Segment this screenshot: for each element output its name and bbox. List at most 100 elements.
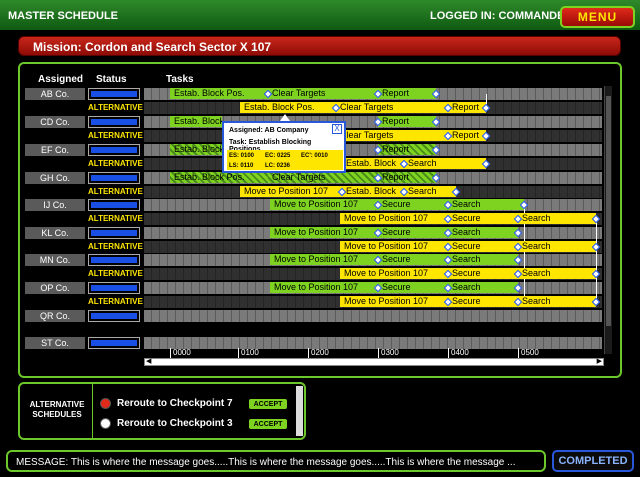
row-label[interactable]: QR Co. [25,310,85,322]
task-bar[interactable]: Clear Targets [336,102,448,113]
row-label[interactable]: CD Co. [25,116,85,128]
status-indicator[interactable] [88,227,140,239]
task-bar[interactable]: Secure [378,199,448,210]
task-bar[interactable]: Search [448,254,518,265]
row-label[interactable]: GH Co. [25,172,85,184]
menu-button[interactable]: MENU [560,6,635,28]
time-tick: 0000 [170,348,191,358]
alternative-label[interactable]: ALTERNATIVE [88,130,143,142]
alternative-label[interactable]: ALTERNATIVE [88,158,143,170]
task-bar[interactable]: Secure [448,213,518,224]
status-indicator[interactable] [88,282,140,294]
close-icon[interactable]: X [332,124,342,134]
time-tick: 0200 [308,348,329,358]
task-bar[interactable]: Search [404,186,456,197]
row-label[interactable]: ST Co. [25,337,85,349]
row-label[interactable]: EF Co. [25,144,85,156]
task-bar[interactable]: Search [518,241,596,252]
alternative-option-label: Reroute to Checkpoint 7 [117,398,233,409]
alternative-label[interactable]: ALTERNATIVE [88,102,143,114]
radio-dot-icon[interactable] [100,418,111,429]
task-bar[interactable]: Search [518,268,596,279]
alternative-label[interactable]: ALTERNATIVE [88,186,143,198]
row-label[interactable]: MN Co. [25,254,85,266]
status-indicator[interactable] [88,310,140,322]
task-bar[interactable]: Secure [448,241,518,252]
status-indicator[interactable] [88,144,140,156]
task-bar[interactable]: Estab. Block Pos. [170,144,222,155]
alternatives-scrollbar[interactable] [296,386,303,436]
radio-dot-icon[interactable] [100,398,111,409]
task-bar[interactable]: Move to Position 107 [270,199,378,210]
horizontal-scrollbar[interactable]: ◀ ▶ [144,358,604,366]
task-bar[interactable]: Secure [378,254,448,265]
task-bar[interactable]: Search [404,158,486,169]
status-indicator[interactable] [88,199,140,211]
accept-button[interactable]: ACCEPT [248,398,288,410]
task-bar[interactable]: Move to Position 107 [270,282,378,293]
mission-title: Mission: Cordon and Search Sector X 107 [33,40,272,54]
scroll-thumb[interactable] [606,96,611,326]
completed-button[interactable]: COMPLETED [552,450,634,472]
alternative-label[interactable]: ALTERNATIVE [88,213,143,225]
time-tick: 0300 [378,348,399,358]
task-bar[interactable]: Report [378,172,436,183]
app-title: MASTER SCHEDULE [8,10,119,22]
row-label[interactable]: IJ Co. [25,199,85,211]
task-bar[interactable]: Report [378,116,436,127]
status-indicator[interactable] [88,88,140,100]
scroll-left-icon[interactable]: ◀ [146,357,151,365]
task-bar[interactable]: Move to Position 107 [340,268,448,279]
task-bar[interactable]: Move to Position 107 [270,227,378,238]
status-indicator[interactable] [88,337,140,349]
task-bar[interactable]: Report [378,144,436,155]
task-bar[interactable]: Search [518,296,596,307]
task-bar[interactable]: Estab. Block Pos. [240,102,336,113]
mission-banner: Mission: Cordon and Search Sector X 107 [18,36,621,56]
status-fill [91,175,137,181]
vertical-scrollbar[interactable] [604,86,612,354]
status-indicator[interactable] [88,116,140,128]
status-indicator[interactable] [88,172,140,184]
task-bar[interactable]: Move to Position 107 [340,213,448,224]
task-bar[interactable]: Search [518,213,596,224]
status-fill [91,91,137,97]
task-bar[interactable]: Clear Targets [268,88,378,99]
task-bar[interactable]: Clear Targets [268,172,378,183]
task-bar[interactable]: Search [448,227,518,238]
row-label[interactable]: KL Co. [25,227,85,239]
task-bar[interactable]: Secure [448,296,518,307]
task-bar[interactable]: Secure [378,227,448,238]
alternative-label[interactable]: ALTERNATIVE [88,241,143,253]
status-fill [91,257,137,263]
task-bar[interactable]: Search [448,282,518,293]
task-bar[interactable]: Secure [448,268,518,279]
row-label[interactable]: AB Co. [25,88,85,100]
status-fill [91,230,137,236]
dependency-line [596,219,597,301]
status-indicator[interactable] [88,254,140,266]
row-label[interactable]: OP Co. [25,282,85,294]
task-bar[interactable]: Report [378,88,436,99]
task-bar[interactable]: Move to Position 107 [270,254,378,265]
status-fill [91,147,137,153]
alternative-label[interactable]: ALTERNATIVE [88,268,143,280]
task-bar[interactable]: Move to Position 107 [340,241,448,252]
alternative-label[interactable]: ALTERNATIVE [88,296,143,308]
task-bar[interactable]: Search [448,199,524,210]
task-bar[interactable]: Move to Position 107 [240,186,342,197]
status-fill [91,119,137,125]
task-bar[interactable]: Estab. Block [342,158,404,169]
task-bar[interactable]: Clear Targets [336,130,448,141]
task-bar[interactable]: Estab. Block Pos. [170,116,222,127]
task-bar[interactable]: Estab. Block [342,186,404,197]
popup-ec: EC: 0225 [265,153,291,159]
accept-button[interactable]: ACCEPT [248,418,288,430]
task-bar[interactable]: Secure [378,282,448,293]
task-bar[interactable]: Move to Position 107 [340,296,448,307]
task-bar[interactable]: Estab. Block Pos. [170,88,268,99]
task-detail-popup: X Assigned: AB Company Task: Establish B… [222,121,346,173]
scroll-right-icon[interactable]: ▶ [597,357,602,365]
alternative-option-label: Reroute to Checkpoint 3 [117,418,233,429]
task-bar[interactable]: Estab. Block Pos. [170,172,268,183]
